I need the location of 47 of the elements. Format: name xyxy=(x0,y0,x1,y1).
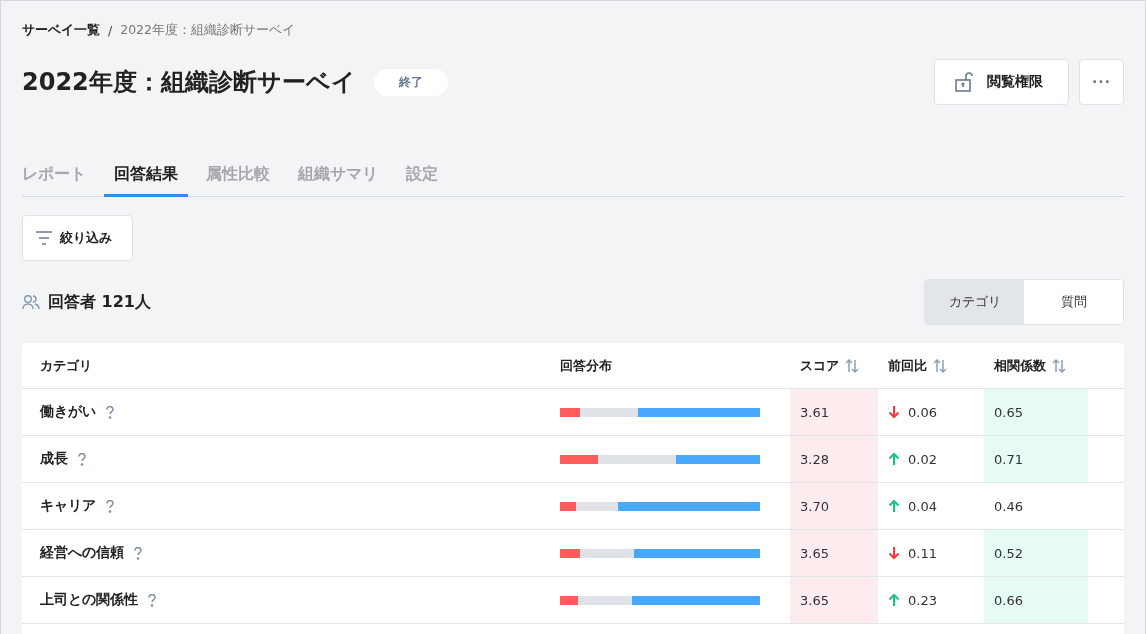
page-title: 2022年度：組織診断サーベイ xyxy=(22,67,356,98)
correlation-value: 0.46 xyxy=(994,498,1023,514)
column-header[interactable]: スコア xyxy=(800,356,839,375)
column-header[interactable]: 前回比 xyxy=(888,356,927,375)
more-button[interactable]: ··· xyxy=(1079,59,1124,105)
help-icon[interactable] xyxy=(106,499,114,513)
category-name: 働きがい xyxy=(40,403,96,421)
sort-icon[interactable] xyxy=(933,358,947,373)
change-value: 0.06 xyxy=(908,404,937,420)
status-badge: 終了 xyxy=(373,68,448,96)
help-icon[interactable] xyxy=(106,405,114,419)
users-icon xyxy=(22,294,40,310)
view-toggle-option[interactable]: カテゴリ xyxy=(925,280,1024,324)
breadcrumb-current: 2022年度：組織診断サーベイ xyxy=(120,22,296,39)
change-value: 0.23 xyxy=(908,592,937,608)
tab[interactable]: 回答結果 xyxy=(104,164,188,197)
change-value: 0.04 xyxy=(908,498,937,514)
score-value: 3.70 xyxy=(800,498,829,514)
permission-button[interactable]: 閲覧権限 xyxy=(934,59,1069,105)
score-value: 3.65 xyxy=(800,592,829,608)
filter-icon xyxy=(35,231,53,245)
correlation-value: 0.66 xyxy=(994,592,1023,608)
sort-icon[interactable] xyxy=(1052,358,1066,373)
score-value: 3.61 xyxy=(800,404,829,420)
category-name: 経営への信頼 xyxy=(40,544,124,562)
column-header[interactable]: 相関係数 xyxy=(994,356,1046,375)
help-icon[interactable] xyxy=(78,452,86,466)
breadcrumb-link[interactable]: サーベイ一覧 xyxy=(22,22,100,39)
column-header: 回答分布 xyxy=(560,356,612,375)
unlock-icon xyxy=(955,72,975,92)
help-icon[interactable] xyxy=(134,546,142,560)
category-name: 成長 xyxy=(40,450,68,468)
help-icon[interactable] xyxy=(148,593,156,607)
filter-button[interactable]: 絞り込み xyxy=(22,215,133,261)
score-value: 3.28 xyxy=(800,451,829,467)
sort-icon[interactable] xyxy=(845,358,859,373)
change-value: 0.11 xyxy=(908,545,937,561)
category-name: 上司との関係性 xyxy=(40,591,138,609)
column-header: カテゴリ xyxy=(40,356,92,375)
correlation-value: 0.65 xyxy=(994,404,1023,420)
respondent-count: 回答者 121人 xyxy=(48,291,151,313)
category-name: キャリア xyxy=(40,497,96,515)
correlation-value: 0.52 xyxy=(994,545,1023,561)
score-value: 3.65 xyxy=(800,545,829,561)
breadcrumb-separator: / xyxy=(108,23,113,38)
correlation-value: 0.71 xyxy=(994,451,1023,467)
change-value: 0.02 xyxy=(908,451,937,467)
